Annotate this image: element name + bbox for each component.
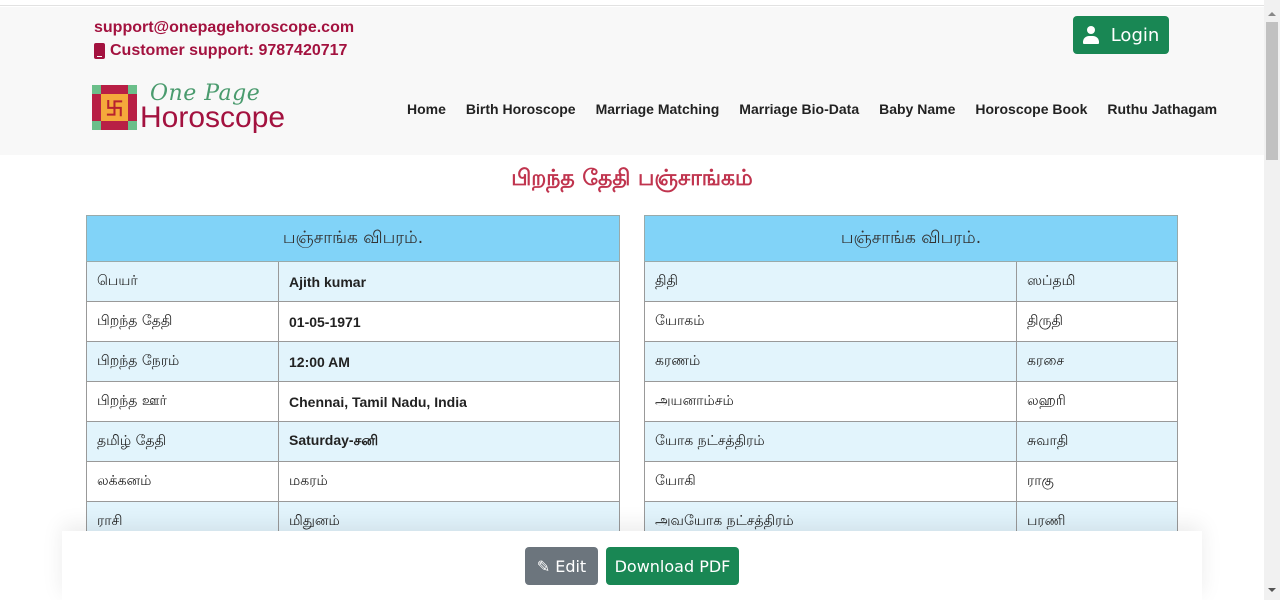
table-heading: பஞ்சாங்க விபரம். [644, 215, 1178, 262]
row-label: பெயர் [86, 261, 279, 302]
table-row: யோகி ராகு [644, 461, 1178, 502]
row-value: மகரம் [278, 461, 620, 502]
page-title: பிறந்த தேதி பஞ்சாங்கம் [511, 166, 753, 191]
swastika-icon: 卐 [101, 94, 128, 121]
table-row: திதி ஸப்தமி [644, 261, 1178, 302]
row-value: 01-05-1971 [278, 301, 620, 342]
table-row: பிறந்த நேரம் 12:00 AM [86, 341, 620, 382]
row-label: பிறந்த நேரம் [86, 341, 279, 382]
table-row: லக்கனம் மகரம் [86, 461, 620, 502]
row-label: அயனாம்சம் [644, 381, 1017, 422]
nav-home[interactable]: Home [407, 101, 446, 117]
table-row: பிறந்த ஊர் Chennai, Tamil Nadu, India [86, 381, 620, 422]
scroll-down-arrow-icon[interactable] [1268, 588, 1276, 592]
row-label: லக்கனம் [86, 461, 279, 502]
nav-marriage-matching[interactable]: Marriage Matching [596, 101, 720, 117]
row-label: கரணம் [644, 341, 1017, 382]
nav-baby-name[interactable]: Baby Name [879, 101, 955, 117]
support-email-link[interactable]: support@onepagehoroscope.com [94, 19, 354, 37]
edit-button[interactable]: ✎ Edit [525, 547, 598, 585]
pencil-icon: ✎ [536, 556, 551, 576]
row-value: Ajith kumar [278, 261, 620, 302]
row-label: யோக நட்சத்திரம் [644, 421, 1017, 462]
login-button[interactable]: Login [1073, 16, 1169, 54]
row-value: ஸப்தமி [1016, 261, 1178, 302]
site-header: support@onepagehoroscope.com Customer su… [0, 7, 1264, 155]
login-label: Login [1110, 24, 1160, 46]
row-value: திருதி [1016, 301, 1178, 342]
row-label: யோகி [644, 461, 1017, 502]
row-value: Chennai, Tamil Nadu, India [278, 381, 620, 422]
edit-label: Edit [555, 556, 587, 576]
scroll-up-arrow-icon[interactable] [1268, 12, 1276, 16]
support-phone-text: Customer support: 9787420717 [110, 42, 348, 59]
table-row: யோக நட்சத்திரம் சுவாதி [644, 421, 1178, 462]
row-label: பிறந்த ஊர் [86, 381, 279, 422]
row-value: கரசை [1016, 341, 1178, 382]
table-row: யோகம் திருதி [644, 301, 1178, 342]
row-value: ராகு [1016, 461, 1178, 502]
table-row: தமிழ் தேதி Saturday-சனி [86, 421, 620, 462]
table-heading: பஞ்சாங்க விபரம். [86, 215, 620, 262]
table-row: கரணம் கரசை [644, 341, 1178, 382]
logo-line2: Horoscope [140, 101, 286, 134]
main-nav: Home Birth Horoscope Marriage Matching M… [407, 101, 1237, 117]
table-row: பெயர் Ajith kumar [86, 261, 620, 302]
row-label: தமிழ் தேதி [86, 421, 279, 462]
row-label: திதி [644, 261, 1017, 302]
user-icon [1082, 26, 1099, 44]
top-border [0, 0, 1264, 6]
site-logo[interactable]: 卐 One Page Horoscope [92, 81, 286, 135]
row-label: யோகம் [644, 301, 1017, 342]
row-value: Saturday-சனி [278, 421, 620, 462]
logo-grid-icon: 卐 [92, 85, 137, 130]
birth-details-table: பஞ்சாங்க விபரம். பெயர் Ajith kumar பிறந்த… [86, 215, 620, 542]
row-label: பிறந்த தேதி [86, 301, 279, 342]
nav-birth-horoscope[interactable]: Birth Horoscope [466, 101, 576, 117]
row-value: சுவாதி [1016, 421, 1178, 462]
nav-marriage-bio-data[interactable]: Marriage Bio-Data [739, 101, 859, 117]
nav-ruthu-jathagam[interactable]: Ruthu Jathagam [1107, 101, 1217, 117]
table-row: அயனாம்சம் லஹரி [644, 381, 1178, 422]
scroll-thumb[interactable] [1266, 22, 1278, 160]
row-value: 12:00 AM [278, 341, 620, 382]
table-row: பிறந்த தேதி 01-05-1971 [86, 301, 620, 342]
row-value: லஹரி [1016, 381, 1178, 422]
nav-horoscope-book[interactable]: Horoscope Book [975, 101, 1087, 117]
mobile-phone-icon [94, 43, 105, 59]
download-pdf-button[interactable]: Download PDF [606, 547, 739, 585]
vertical-scrollbar[interactable] [1264, 0, 1280, 600]
support-phone[interactable]: Customer support: 9787420717 [94, 42, 347, 60]
panchang-details-table: பஞ்சாங்க விபரம். திதி ஸப்தமி யோகம் திருதி … [644, 215, 1178, 542]
